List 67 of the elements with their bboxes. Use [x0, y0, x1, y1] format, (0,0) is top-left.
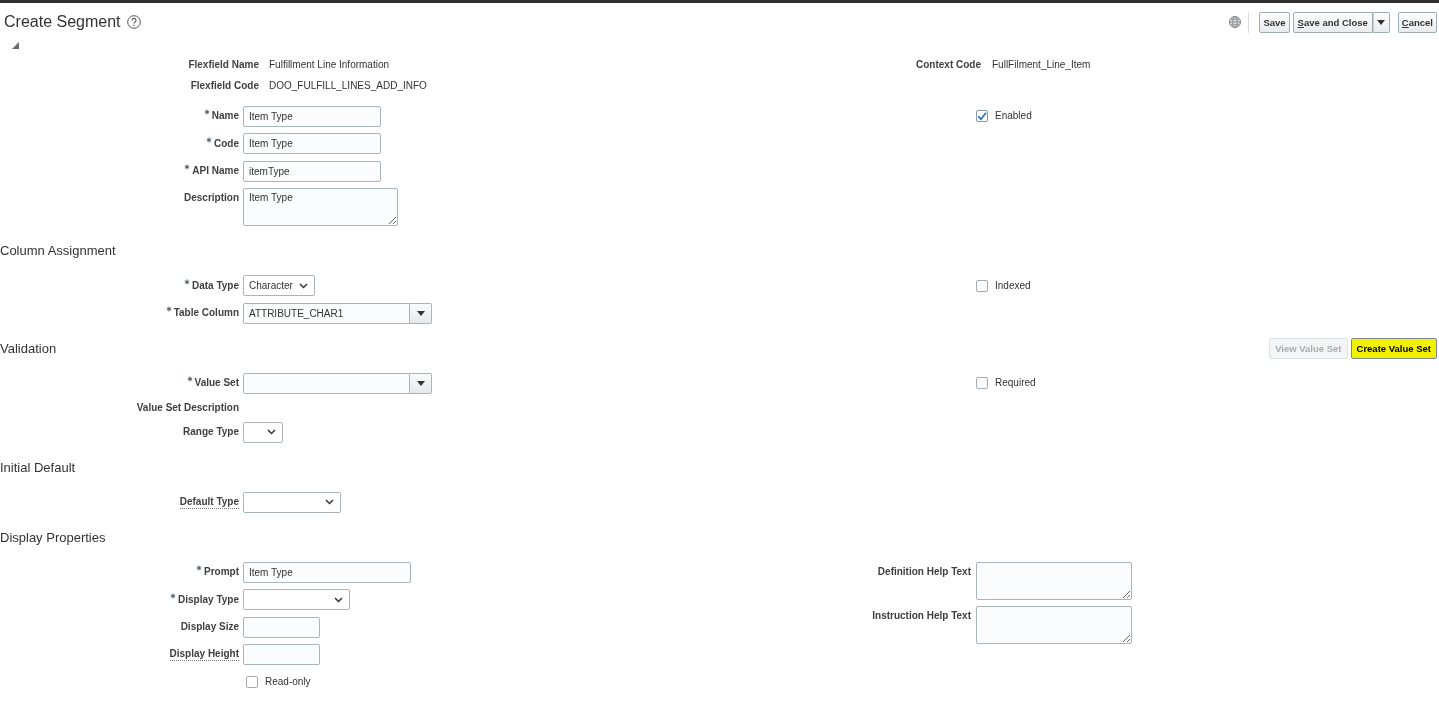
text-area[interactable]: Item Type	[243, 188, 398, 226]
section-heading: Column Assignment	[0, 242, 116, 260]
text-field[interactable]: Item Type	[243, 105, 381, 127]
chevron-icon	[267, 429, 276, 435]
field-value: DOO_FULFILL_LINES_ADD_INFO	[269, 78, 427, 93]
toolbar-button[interactable]: Cancel	[1397, 11, 1437, 33]
help-icon[interactable]	[126, 15, 141, 29]
field-label: Value Set Description	[136, 400, 239, 415]
checkbox[interactable]	[246, 676, 258, 688]
globe-icon[interactable]	[1229, 16, 1242, 28]
dropdown-button[interactable]	[410, 302, 432, 324]
text-field[interactable]	[243, 644, 320, 665]
field-label: Code	[214, 136, 239, 151]
chevron-icon	[299, 282, 308, 289]
field-label: Context Code	[916, 58, 981, 72]
page-title: Create Segment	[4, 12, 121, 32]
checkbox[interactable]	[976, 110, 988, 122]
select-field[interactable]	[243, 491, 341, 513]
text-area[interactable]	[976, 561, 1132, 600]
field-label: Display Height	[169, 648, 239, 661]
text-field[interactable]	[243, 616, 320, 638]
chevron-icon	[325, 499, 334, 505]
text-field[interactable]: Item Type	[243, 561, 411, 583]
field-label: Value Set	[194, 376, 239, 390]
text-area[interactable]	[976, 606, 1132, 644]
section-heading: Initial Default	[0, 458, 76, 477]
select-field[interactable]: Character	[243, 275, 315, 296]
field-label: Description	[184, 191, 239, 205]
checkbox[interactable]	[976, 279, 988, 292]
field-label: Table Column	[173, 306, 239, 320]
checkbox-label: Enabled	[995, 109, 1032, 123]
select-field[interactable]	[243, 421, 283, 443]
field-label: Prompt	[204, 565, 239, 579]
section-heading: Display Properties	[0, 528, 106, 547]
field-value: FullFilment_Line_Item	[992, 58, 1091, 72]
caret-icon	[1377, 19, 1386, 25]
field-label: Data Type	[191, 278, 239, 293]
caret-icon	[416, 310, 425, 316]
checkbox-label: Required	[995, 376, 1036, 390]
checkbox-label: Indexed	[995, 278, 1031, 293]
checkbox[interactable]	[976, 377, 988, 389]
dropdown-button[interactable]	[410, 372, 432, 394]
field-label: Display Size	[180, 620, 239, 634]
field-label: API Name	[192, 164, 239, 178]
combo-field[interactable]: ATTRIBUTE_CHAR1	[243, 302, 410, 324]
field-label: Range Type	[183, 425, 239, 439]
triangle-icon[interactable]	[12, 42, 19, 49]
chevron-icon	[334, 596, 343, 603]
field-value: Fulfillment Line Information	[269, 58, 390, 72]
check-icon	[977, 111, 987, 121]
caret-icon	[416, 380, 425, 386]
field-label: Name	[211, 109, 239, 123]
field-label: Instruction Help Text	[872, 609, 971, 623]
field-label: Flexfield Code	[190, 78, 259, 93]
field-label: Default Type	[179, 495, 239, 509]
field-label: Flexfield Name	[188, 58, 259, 72]
field-label: Definition Help Text	[877, 564, 971, 579]
toolbar-button[interactable]: Save and Close	[1292, 11, 1373, 33]
section-heading: Validation	[0, 339, 57, 358]
text-field[interactable]: itemType	[243, 160, 381, 182]
action-button[interactable]: Create Value Set	[1350, 338, 1437, 359]
field-label: Display Type	[178, 592, 239, 607]
combo-field[interactable]	[243, 372, 410, 394]
text-field[interactable]: Item Type	[243, 133, 381, 154]
checkbox-label: Read-only	[265, 675, 311, 689]
toolbar-button[interactable]: Save	[1259, 11, 1290, 33]
select-field[interactable]	[243, 589, 350, 610]
